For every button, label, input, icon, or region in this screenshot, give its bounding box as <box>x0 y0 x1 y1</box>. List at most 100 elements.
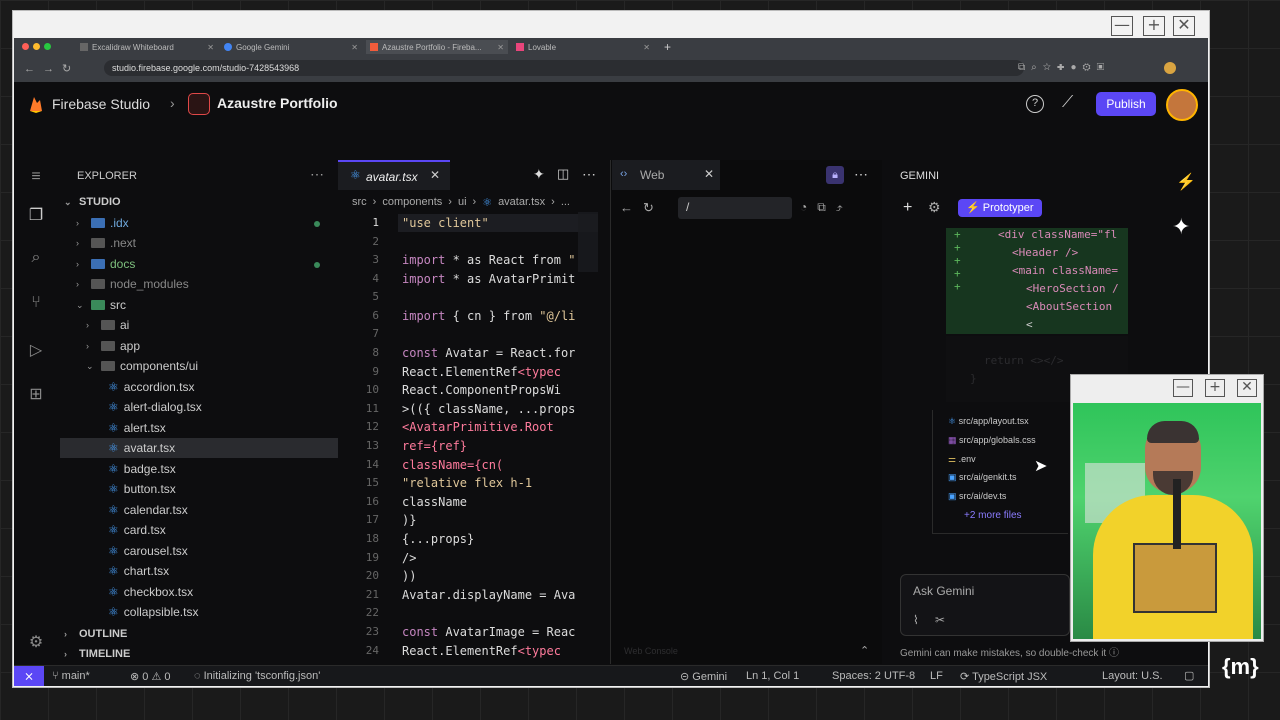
webcam-window[interactable]: — + ✕ <box>1070 374 1264 642</box>
url-text: studio.firebase.google.com/studio-742854… <box>112 63 300 73</box>
close-tab-icon[interactable]: ✕ <box>430 168 440 182</box>
extensions-icon[interactable]: ⊞ <box>26 384 46 404</box>
code-line: React.ElementRef<typec <box>402 644 561 658</box>
brand-name[interactable]: Firebase Studio <box>52 96 150 112</box>
web-tab[interactable]: ‹› Web ✕ <box>612 160 720 190</box>
notifications-icon[interactable]: ▢ <box>1184 669 1194 682</box>
web-url-input[interactable]: / <box>678 197 792 219</box>
tree-item[interactable]: › .next <box>76 236 136 250</box>
file-item[interactable]: ⚛ calendar.tsx <box>108 503 188 517</box>
keyboard-layout[interactable]: Layout: U.S. <box>1102 670 1163 682</box>
more-files-link[interactable]: +2 more files <box>964 510 1022 521</box>
file-item[interactable]: ⚛ collapsible.tsx <box>108 605 198 619</box>
branch-indicator[interactable]: ⑂ main* <box>52 670 90 682</box>
task-status[interactable]: ◌ Initializing 'tsconfig.json' <box>194 670 320 682</box>
prototyper-badge[interactable]: ⚡ Prototyper <box>958 199 1042 217</box>
tree-item[interactable]: › app <box>86 339 140 353</box>
add-icon[interactable]: + <box>903 199 912 217</box>
gemini-status[interactable]: ⊝ Gemini <box>680 670 727 683</box>
minimap[interactable] <box>578 212 598 272</box>
avatar[interactable] <box>1166 89 1198 121</box>
web-tools-icons[interactable]: ◔⧉⤴ <box>800 200 853 215</box>
nav-icons[interactable]: ←→↻ <box>24 62 79 75</box>
new-tab-button[interactable]: + <box>664 40 680 54</box>
tree-item[interactable]: ⌄ components/ui <box>86 359 198 373</box>
traffic-lights[interactable] <box>22 43 56 51</box>
web-console-label[interactable]: Web Console <box>624 646 678 656</box>
tree-item[interactable]: › node_modules <box>76 277 189 291</box>
run-debug-icon[interactable]: ▷ <box>26 340 46 360</box>
gear-icon[interactable]: ⚙ <box>928 199 941 216</box>
address-bar[interactable]: studio.firebase.google.com/studio-742854… <box>104 60 1024 76</box>
changed-file[interactable]: ▦ src/app/globals.css <box>948 435 1036 446</box>
tree-item[interactable]: › docs <box>76 257 135 271</box>
help-icon[interactable]: ? <box>1026 95 1044 113</box>
tools-icon[interactable]: ✂ <box>935 613 945 627</box>
magic-wand-icon[interactable]: ⟋ <box>1062 94 1073 112</box>
settings-gear-icon[interactable]: ⚙ <box>26 632 46 652</box>
problems-indicator[interactable]: ⊗ 0 ⚠ 0 <box>130 670 171 683</box>
remote-icon[interactable]: ⨯ <box>14 666 44 686</box>
diff-line: <Header /> <box>1012 246 1079 259</box>
file-item[interactable]: ⚛ alert-dialog.tsx <box>108 400 202 414</box>
file-item[interactable]: ⚛ chart.tsx <box>108 564 169 578</box>
search-icon[interactable]: ⌕ <box>26 249 46 269</box>
close-icon[interactable]: ✕ <box>1173 16 1195 36</box>
file-item[interactable]: ⚛ button.tsx <box>108 482 176 496</box>
publish-button[interactable]: Publish <box>1096 92 1156 116</box>
code-line: import * as React from " <box>402 253 576 267</box>
outline-section[interactable]: › OUTLINE <box>64 628 127 640</box>
sparkle-icon[interactable]: ✦ <box>533 166 545 183</box>
maximize-icon[interactable]: + <box>1143 16 1165 36</box>
encoding[interactable]: UTF-8 <box>884 670 915 682</box>
changed-file[interactable]: ▣ src/ai/genkit.ts <box>948 472 1017 483</box>
chevron-up-icon[interactable]: ⌃ <box>860 644 869 657</box>
more-icon[interactable]: ⋯ <box>310 166 324 183</box>
web-nav-icons[interactable]: ←↻ <box>620 200 664 216</box>
changed-file[interactable]: ⚛ src/app/layout.tsx <box>948 416 1029 427</box>
source-control-icon[interactable]: ⑂ <box>26 294 46 314</box>
indentation[interactable]: Spaces: 2 <box>832 670 881 682</box>
changed-file[interactable]: ⚌ .env <box>948 454 976 465</box>
browser-tab[interactable]: Excalidraw Whiteboard ✕ <box>76 40 218 54</box>
editor-tab[interactable]: ⚛ avatar.tsx ✕ <box>338 160 450 190</box>
file-item[interactable]: ⚛ alert.tsx <box>108 421 166 435</box>
firebase-panel-icon[interactable]: ⚡ <box>1176 172 1196 192</box>
minimize-icon[interactable]: — <box>1173 379 1193 397</box>
tree-item[interactable]: › ai <box>86 318 129 332</box>
ask-gemini-input[interactable]: Ask Gemini ⌇ ✂ <box>900 574 1070 636</box>
close-icon[interactable]: ✕ <box>1237 379 1257 397</box>
profile-icon[interactable] <box>1164 62 1176 74</box>
split-editor-icon[interactable]: ◫ <box>557 166 569 182</box>
minimize-icon[interactable]: — <box>1111 16 1133 36</box>
browser-tab-active[interactable]: Azaustre Portfolio - Fireba... ✕ <box>366 40 508 54</box>
maximize-icon[interactable]: + <box>1205 379 1225 397</box>
gemini-sparkle-icon[interactable]: ✦ <box>1172 214 1190 240</box>
browser-tab[interactable]: Google Gemini ✕ <box>220 40 362 54</box>
timeline-section[interactable]: › TIMELINE <box>64 648 130 660</box>
tree-item[interactable]: ⌄ src <box>76 298 126 312</box>
close-tab-icon[interactable]: ✕ <box>704 167 714 181</box>
attach-icon[interactable]: ⌇ <box>913 613 919 627</box>
file-item[interactable]: ⚛ carousel.tsx <box>108 544 188 558</box>
file-item-selected[interactable]: ⚛ avatar.tsx <box>108 441 175 455</box>
cursor-position[interactable]: Ln 1, Col 1 <box>746 670 799 682</box>
more-icon[interactable]: ⋯ <box>582 166 596 183</box>
menu-icon[interactable]: ≡ <box>26 168 46 188</box>
browser-extension-icons[interactable]: ⧉⌕☆✚●⚙▣ <box>1018 62 1110 73</box>
file-item[interactable]: ⚛ checkbox.tsx <box>108 585 193 599</box>
language-mode[interactable]: ⟳ TypeScript JSX <box>960 670 1047 683</box>
files-icon[interactable]: ❐ <box>26 205 46 225</box>
more-icon[interactable]: ⋯ <box>854 166 868 183</box>
code-line: )} <box>402 513 417 527</box>
tree-root[interactable]: ⌄ STUDIO <box>64 196 121 208</box>
file-item[interactable]: ⚛ badge.tsx <box>108 462 176 476</box>
line-ending[interactable]: LF <box>930 670 943 682</box>
file-item[interactable]: ⚛ accordion.tsx <box>108 380 194 394</box>
file-item[interactable]: ⚛ card.tsx <box>108 523 166 537</box>
browser-tab[interactable]: Lovable ✕ <box>512 40 654 54</box>
project-name[interactable]: Azaustre Portfolio <box>217 95 338 111</box>
lock-icon[interactable]: 🔒︎ <box>826 166 844 184</box>
tree-item[interactable]: › .idx <box>76 216 129 230</box>
changed-file[interactable]: ▣ src/ai/dev.ts <box>948 491 1006 502</box>
